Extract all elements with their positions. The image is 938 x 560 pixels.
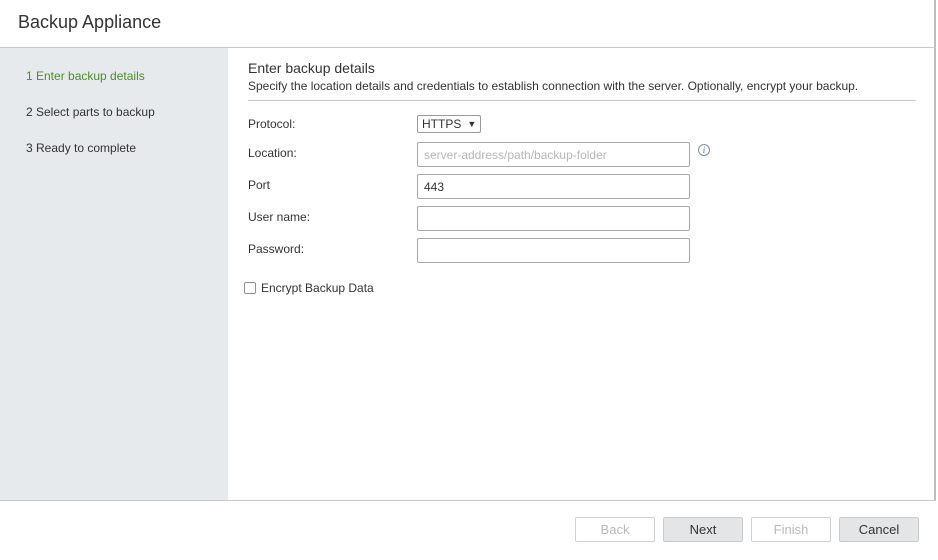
next-button[interactable]: Next [663,517,743,542]
username-label: User name: [248,210,311,224]
port-label: Port [248,178,271,192]
password-input[interactable] [417,238,690,263]
info-icon[interactable]: i [698,144,710,156]
back-button[interactable]: Back [575,517,655,542]
cancel-button[interactable]: Cancel [839,517,919,542]
wizard-steps-sidebar: 1 Enter backup details 2 Select parts to… [0,48,228,500]
step-enter-backup-details[interactable]: 1 Enter backup details [26,69,145,83]
backup-dialog: Backup Appliance 1 Enter backup details … [0,0,936,558]
finish-button[interactable]: Finish [751,517,831,542]
page-description: Specify the location details and credent… [248,79,859,93]
protocol-label: Protocol: [248,117,296,131]
password-label: Password: [248,242,305,256]
encrypt-backup-label[interactable]: Encrypt Backup Data [261,281,374,295]
location-input[interactable] [417,142,690,167]
dialog-header: Backup Appliance [0,0,936,48]
port-input[interactable] [417,174,690,199]
location-label: Location: [248,146,297,160]
divider [248,100,916,101]
page-title: Enter backup details [248,60,375,76]
step-ready-to-complete[interactable]: 3 Ready to complete [26,141,136,155]
username-input[interactable] [417,206,690,231]
encrypt-backup-checkbox[interactable] [244,282,256,294]
chevron-down-icon: ▼ [467,119,477,129]
dialog-title: Backup Appliance [18,12,162,32]
step-select-parts[interactable]: 2 Select parts to backup [26,105,155,119]
main-content: Enter backup details Specify the locatio… [228,48,936,500]
protocol-selected-value: HTTPS [422,117,462,131]
protocol-select[interactable]: HTTPS ▼ [417,115,482,133]
dialog-footer: Back Next Finish Cancel [0,500,936,558]
